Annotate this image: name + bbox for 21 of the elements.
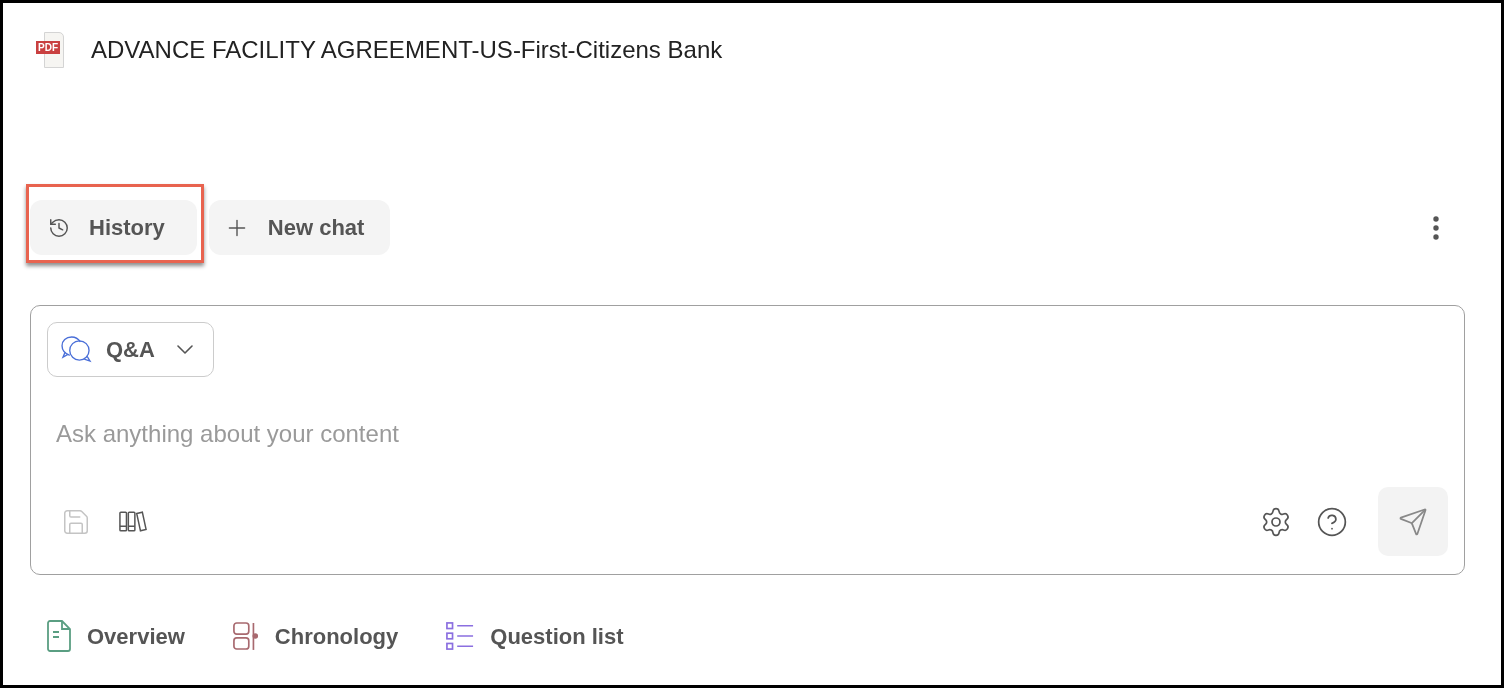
mode-dropdown[interactable]: Q&A <box>47 322 214 377</box>
question-input[interactable]: Ask anything about your content <box>47 412 1448 456</box>
chevron-down-icon <box>176 345 193 354</box>
file-type-label: PDF <box>36 41 60 54</box>
overview-link[interactable]: Overview <box>47 619 185 653</box>
send-icon <box>1398 506 1428 537</box>
document-title: ADVANCE FACILITY AGREEMENT-US-First-Citizens Bank <box>91 35 723 65</box>
history-button[interactable]: History <box>30 200 197 255</box>
books-icon <box>119 511 147 532</box>
history-icon <box>48 216 70 239</box>
settings-icon <box>1260 505 1292 538</box>
settings-button[interactable] <box>1260 505 1292 538</box>
mode-label: Q&A <box>106 336 155 364</box>
question-list-link[interactable]: Question list <box>446 619 624 653</box>
chat-bubbles-icon <box>61 336 92 363</box>
help-icon <box>1316 505 1348 538</box>
new-chat-button[interactable]: New chat <box>208 200 391 255</box>
help-button[interactable] <box>1316 505 1348 538</box>
chronology-link[interactable]: Chronology <box>232 619 399 653</box>
send-button[interactable] <box>1378 487 1448 556</box>
more-icon <box>1433 215 1439 240</box>
